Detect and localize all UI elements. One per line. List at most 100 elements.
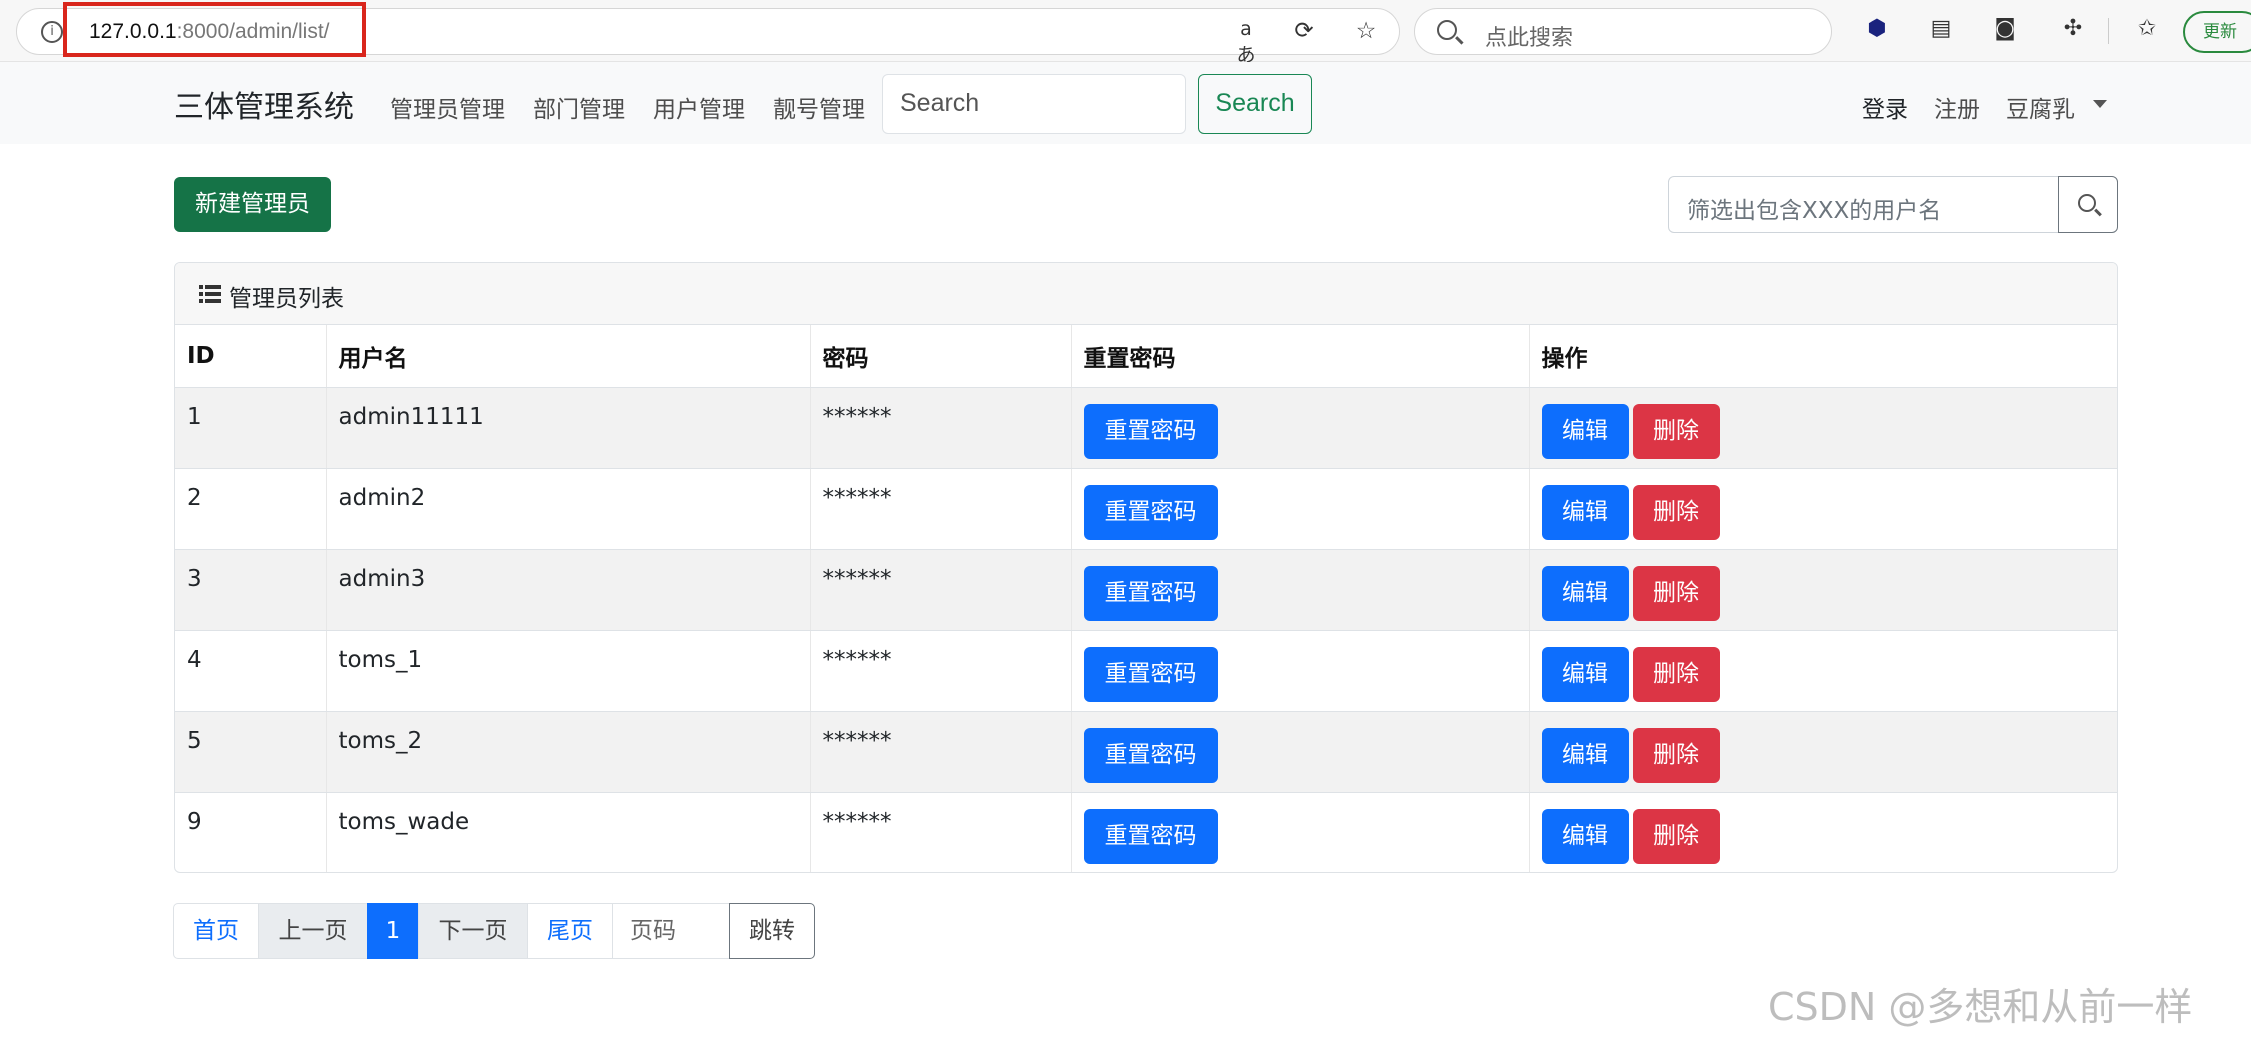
cell-actions: 编辑 删除 [1529,630,2117,712]
extension-hex-icon[interactable]: ⬢ [1862,16,1892,46]
reset-password-button[interactable]: 重置密码 [1083,565,1218,621]
login-link[interactable]: 登录 [1862,90,1908,124]
cell-password: ****** [810,711,1072,793]
collections-icon[interactable]: ◙ [1990,16,2020,46]
edit-button[interactable]: 编辑 [1541,646,1629,702]
nav-department-management[interactable]: 部门管理 [533,90,625,124]
admin-table: ID 用户名 密码 重置密码 操作 1 admin11111 ****** 重置… [175,325,2117,872]
page-last-link[interactable]: 尾页 [527,903,613,959]
table-header-row: ID 用户名 密码 重置密码 操作 [175,325,2117,388]
page-number-input[interactable]: 页码 [612,903,730,959]
browser-toolbar: i 127.0.0.1:8000/admin/list/ aあ ⟳ ☆ 点此搜索… [0,0,2251,66]
reset-password-button[interactable]: 重置密码 [1083,646,1218,702]
page-prev-link[interactable]: 上一页 [258,903,368,959]
reset-password-button[interactable]: 重置密码 [1083,808,1218,864]
page-next-link[interactable]: 下一页 [418,903,528,959]
cell-id: 4 [175,630,327,712]
filter-search-button[interactable] [2058,176,2118,233]
table-row: 4 toms_1 ****** 重置密码 编辑 删除 [175,630,2117,712]
delete-button[interactable]: 删除 [1632,403,1720,459]
list-icon [199,285,221,303]
cell-username: toms_2 [326,711,811,793]
edit-button[interactable]: 编辑 [1541,565,1629,621]
cell-actions: 编辑 删除 [1529,711,2117,793]
nav-admin-management[interactable]: 管理员管理 [390,90,505,124]
url-text[interactable]: 127.0.0.1:8000/admin/list/ [89,20,330,44]
delete-button[interactable]: 删除 [1632,808,1720,864]
column-header-id: ID [175,325,327,388]
cell-password: ****** [810,792,1072,872]
username-filter-input[interactable]: 筛选出包含XXX的用户名 [1668,176,2060,233]
table-row: 1 admin11111 ****** 重置密码 编辑 删除 [175,387,2117,469]
page-current[interactable]: 1 [367,903,419,959]
card-title: 管理员列表 [229,286,344,312]
cell-reset: 重置密码 [1071,549,1530,631]
cell-actions: 编辑 删除 [1529,549,2117,631]
update-button[interactable]: 更新 [2183,11,2251,53]
register-link[interactable]: 注册 [1934,90,1980,124]
cell-password: ****** [810,387,1072,469]
csdn-watermark: CSDN @多想和从前一样 [1768,985,2193,1029]
cell-reset: 重置密码 [1071,792,1530,872]
cell-password: ****** [810,630,1072,712]
reset-password-button[interactable]: 重置密码 [1083,484,1218,540]
chevron-down-icon[interactable] [2093,100,2107,108]
toolbar-divider [2108,18,2109,44]
page-first-link[interactable]: 首页 [173,903,259,959]
cell-id: 3 [175,549,327,631]
cell-reset: 重置密码 [1071,468,1530,550]
cell-username: toms_wade [326,792,811,872]
cell-password: ****** [810,468,1072,550]
nav-user-management[interactable]: 用户管理 [653,90,745,124]
nav-pretty-number-management[interactable]: 靓号管理 [773,90,865,124]
user-menu[interactable]: 豆腐乳 [2006,90,2075,124]
column-header-actions: 操作 [1529,325,2117,388]
cell-reset: 重置密码 [1071,711,1530,793]
reset-password-button[interactable]: 重置密码 [1083,727,1218,783]
card-header: 管理员列表 [175,263,2117,325]
table-row: 3 admin3 ****** 重置密码 编辑 删除 [175,549,2117,631]
column-header-reset-password: 重置密码 [1071,325,1530,388]
delete-button[interactable]: 删除 [1632,727,1720,783]
table-row: 5 toms_2 ****** 重置密码 编辑 删除 [175,711,2117,793]
edit-button[interactable]: 编辑 [1541,727,1629,783]
browser-search-placeholder: 点此搜索 [1485,26,1574,51]
cell-reset: 重置密码 [1071,387,1530,469]
browser-search-box[interactable]: 点此搜索 [1414,8,1832,55]
column-header-password: 密码 [810,325,1072,388]
address-bar[interactable]: i 127.0.0.1:8000/admin/list/ aあ ⟳ ☆ [16,8,1400,66]
page-go-button[interactable]: 跳转 [729,903,815,959]
edit-button[interactable]: 编辑 [1541,808,1629,864]
document-icon[interactable]: ▤ [1926,16,1956,46]
delete-button[interactable]: 删除 [1632,646,1720,702]
new-admin-button[interactable]: 新建管理员 [174,177,331,232]
cell-actions: 编辑 删除 [1529,792,2117,872]
cell-username: admin11111 [326,387,811,469]
cell-username: admin3 [326,549,811,631]
read-aloud-icon[interactable]: aあ [1231,18,1261,66]
reset-password-button[interactable]: 重置密码 [1083,403,1218,459]
edit-button[interactable]: 编辑 [1541,484,1629,540]
site-info-icon[interactable]: i [41,21,63,43]
navbar-search-button[interactable]: Search [1198,74,1312,134]
edit-button[interactable]: 编辑 [1541,403,1629,459]
search-icon [1437,20,1457,40]
navbar-search-input[interactable]: Search [882,74,1186,134]
delete-button[interactable]: 删除 [1632,565,1720,621]
cell-username: toms_1 [326,630,811,712]
favorites-list-icon[interactable]: ✩ [2132,16,2162,46]
cell-reset: 重置密码 [1071,630,1530,712]
favorite-star-icon[interactable]: ☆ [1351,18,1381,48]
column-header-username: 用户名 [326,325,811,388]
app-navbar: 三体管理系统 管理员管理 部门管理 用户管理 靓号管理 Search Searc… [0,62,2251,144]
edge-refresh-icon[interactable]: ⟳ [1289,18,1319,48]
cell-actions: 编辑 删除 [1529,468,2117,550]
brand-title[interactable]: 三体管理系统 [174,82,354,126]
admin-list-card: 管理员列表 ID 用户名 密码 重置密码 操作 1 admin11111 ***… [174,262,2118,873]
extensions-puzzle-icon[interactable]: ✣ [2058,16,2088,46]
cell-password: ****** [810,549,1072,631]
delete-button[interactable]: 删除 [1632,484,1720,540]
url-host: 127.0.0.1 [89,20,177,43]
search-icon [2078,194,2096,212]
cell-username: admin2 [326,468,811,550]
